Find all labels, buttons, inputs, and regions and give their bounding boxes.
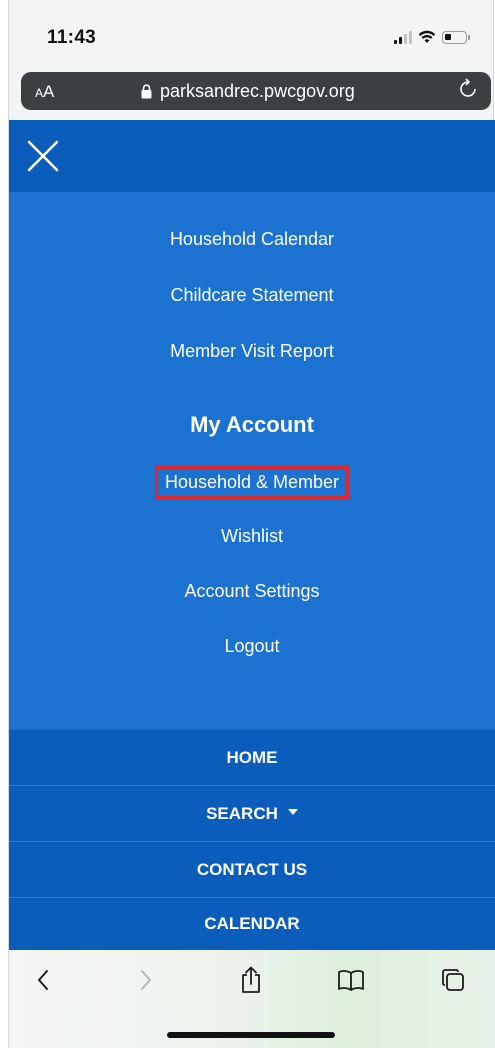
forward-icon [141,970,151,990]
status-icons [394,30,470,44]
url-text: parksandrec.pwcgov.org [160,81,355,101]
close-menu-icon[interactable] [25,138,61,174]
status-bar: 11:43 [9,0,495,66]
nav-contact-label: CONTACT US [196,859,308,879]
safari-toolbar [9,950,495,1048]
nav-home[interactable]: HOME [9,730,495,786]
menu-link-childcare-statement[interactable]: Childcare Statement [9,285,495,306]
share-button[interactable] [229,960,273,1000]
wifi-icon [418,30,436,43]
menu-link-wishlist[interactable]: Wishlist [9,526,495,547]
reader-settings-button[interactable]: AA [35,82,54,102]
signal-icon [394,30,412,44]
nav-search[interactable]: SEARCH [9,786,495,842]
home-indicator[interactable] [167,1032,335,1038]
back-button[interactable] [21,960,65,1000]
my-account-heading: My Account [190,412,314,437]
battery-icon [442,30,470,44]
forward-button[interactable] [124,960,168,1000]
share-icon [242,966,260,993]
lock-icon [141,84,152,99]
nav-contact-us[interactable]: CONTACT US [9,842,495,898]
account-menu: Household Calendar Childcare Statement M… [9,192,495,730]
caret-down-icon [287,808,298,815]
nav-calendar[interactable]: CALENDAR [9,898,495,950]
reload-button[interactable] [459,78,477,106]
tabs-icon [442,969,464,991]
nav-home-label: HOME [226,747,278,767]
menu-link-household-member[interactable]: Household & Member [154,466,350,499]
bookmarks-icon [338,970,364,991]
nav-search-label: SEARCH [206,803,278,823]
url-field[interactable]: parksandrec.pwcgov.org [141,81,355,102]
menu-link-logout[interactable]: Logout [9,636,495,657]
status-time: 11:43 [47,27,97,48]
menu-link-household-calendar[interactable]: Household Calendar [9,229,495,250]
back-icon [38,970,48,990]
reload-icon [460,78,476,97]
menu-link-member-visit-report[interactable]: Member Visit Report [9,341,495,362]
phone-screen: 11:43 AA parksandrec.pwcgov.org Househol… [8,0,495,1048]
bookmarks-button[interactable] [329,960,373,1000]
menu-item-wrapper: Household & Member [9,466,495,499]
menu-link-account-settings[interactable]: Account Settings [9,581,495,602]
url-bar[interactable]: AA parksandrec.pwcgov.org [21,72,491,110]
tabs-button[interactable] [431,960,475,1000]
nav-calendar-label: CALENDAR [204,914,300,933]
site-header [9,120,495,192]
